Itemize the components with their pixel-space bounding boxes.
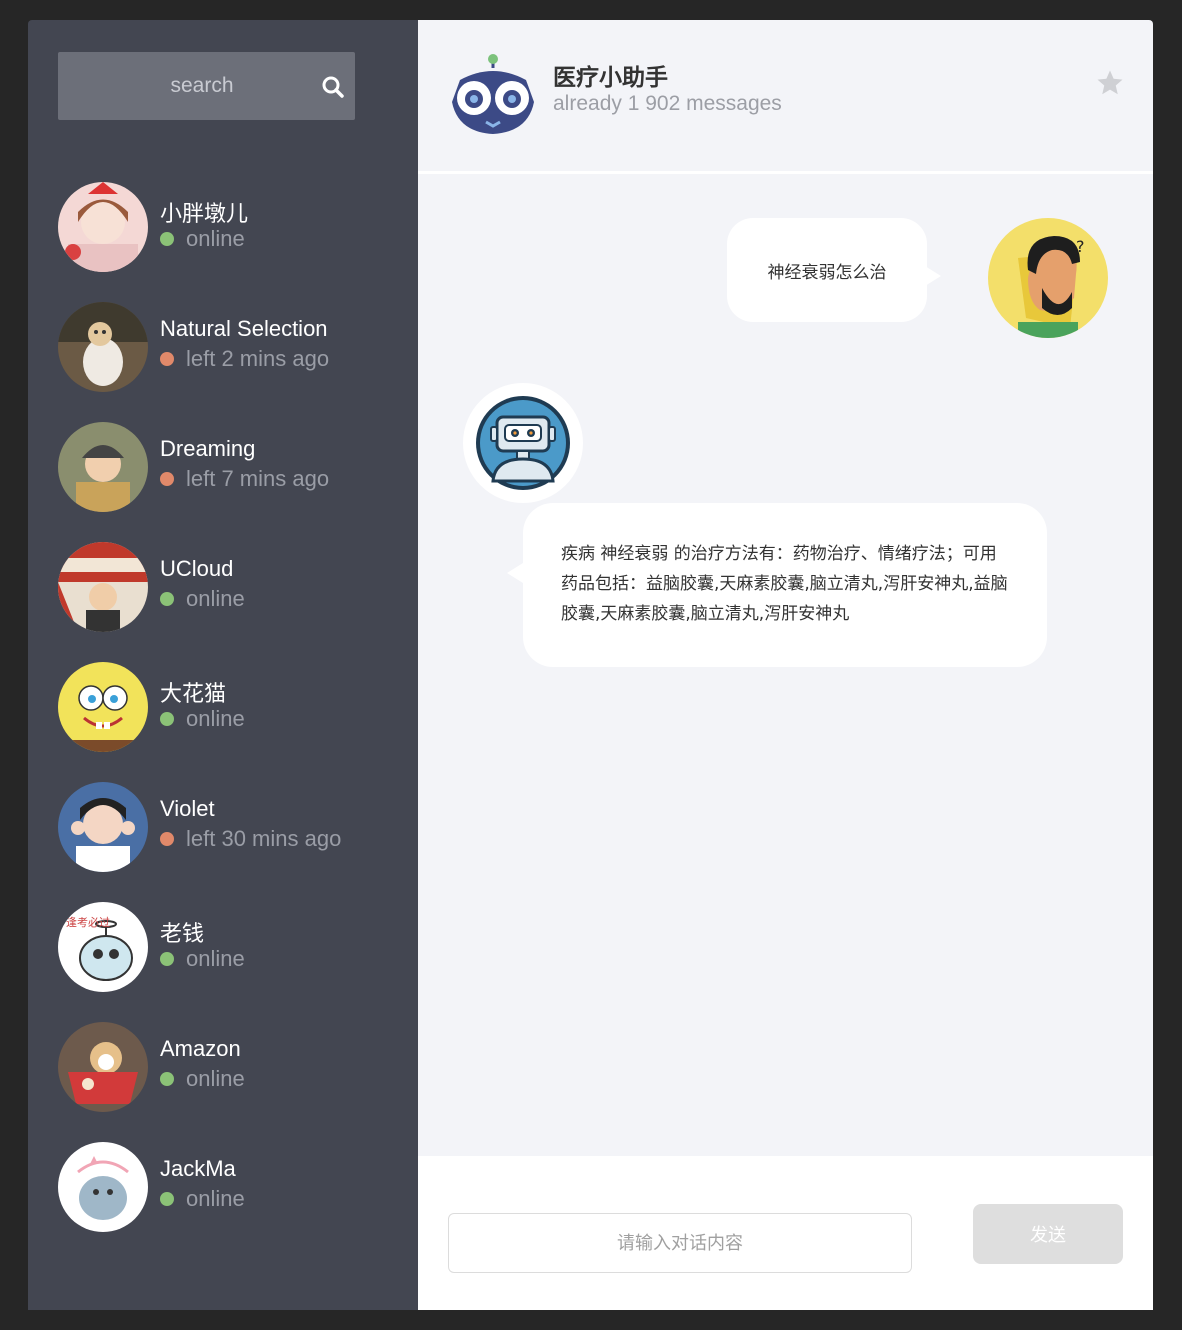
avatar xyxy=(58,182,148,272)
contact-name: Natural Selection xyxy=(160,316,328,341)
contact-item[interactable]: 小胖墩儿 online xyxy=(58,180,398,300)
contact-status-text: online xyxy=(186,226,245,251)
contact-item[interactable]: Natural Selection left 2 mins ago xyxy=(58,300,398,420)
chat-header: 医疗小助手 already 1 902 messages xyxy=(418,20,1153,174)
bot-message-bubble: 疾病 神经衰弱 的治疗方法有：药物治疗、情绪疗法；可用药品包括：益脑胶囊,天麻素… xyxy=(507,503,1047,667)
contact-name: Violet xyxy=(160,796,215,821)
contact-status-text: online xyxy=(186,1186,245,1211)
bubble-tail xyxy=(925,266,941,286)
contact-status-text: online xyxy=(186,946,245,971)
contact-status: online xyxy=(160,1066,245,1092)
avatar xyxy=(58,542,148,632)
message-input[interactable] xyxy=(448,1213,912,1273)
bot-message-text: 疾病 神经衰弱 的治疗方法有：药物治疗、情绪疗法；可用药品包括：益脑胶囊,天麻素… xyxy=(561,544,1008,624)
robot-logo-icon xyxy=(452,54,534,134)
contact-name: Amazon xyxy=(160,1036,241,1061)
contact-name: UCloud xyxy=(160,556,234,581)
status-dot xyxy=(160,1192,174,1206)
avatar xyxy=(58,662,148,752)
status-dot xyxy=(160,832,174,846)
user-avatar: ? xyxy=(988,218,1108,338)
robot-icon xyxy=(476,396,570,490)
contact-item[interactable]: Amazon online xyxy=(58,1020,398,1140)
contact-status-text: left 30 mins ago xyxy=(186,826,342,851)
contact-status: online xyxy=(160,1186,245,1212)
avatar xyxy=(58,302,148,392)
contact-status-text: online xyxy=(186,706,245,731)
search-box xyxy=(58,52,355,120)
svg-text:逢考必过: 逢考必过 xyxy=(66,916,110,929)
avatar xyxy=(58,782,148,872)
message-count: already 1 902 messages xyxy=(553,92,782,115)
contact-status: online xyxy=(160,706,245,732)
message-composer: 发送 xyxy=(418,1156,1153,1310)
status-dot xyxy=(160,352,174,366)
contact-name: JackMa xyxy=(160,1156,236,1181)
contact-item[interactable]: Dreaming left 7 mins ago xyxy=(58,420,398,540)
contact-item[interactable]: Violet left 30 mins ago xyxy=(58,780,398,900)
bot-avatar xyxy=(463,383,583,503)
user-message-bubble: 神经衰弱怎么治 xyxy=(727,218,941,322)
contact-status: online xyxy=(160,226,245,252)
chat-app: 小胖墩儿 online Natural Selection left 2 min… xyxy=(28,20,1153,1310)
chat-panel: 医疗小助手 already 1 902 messages 神经衰弱怎么治 ? 疾… xyxy=(418,20,1153,1310)
user-message-text: 神经衰弱怎么治 xyxy=(767,262,887,283)
status-dot xyxy=(160,472,174,486)
avatar: 逢考必过 xyxy=(58,902,148,992)
contact-name: 小胖墩儿 xyxy=(160,201,249,226)
avatar xyxy=(58,422,148,512)
contact-status: left 2 mins ago xyxy=(160,346,329,372)
star-icon[interactable] xyxy=(1095,68,1125,98)
avatar xyxy=(58,1142,148,1232)
avatar xyxy=(58,1022,148,1112)
contact-status: online xyxy=(160,586,245,612)
message-history: 神经衰弱怎么治 ? 疾病 神经衰弱 的治疗方法有：药物治疗、情绪疗法；可用药品包… xyxy=(418,174,1153,1154)
svg-text:?: ? xyxy=(1076,237,1085,256)
status-dot xyxy=(160,232,174,246)
search-input[interactable] xyxy=(58,52,298,120)
contact-name: Dreaming xyxy=(160,436,256,461)
contact-list: 小胖墩儿 online Natural Selection left 2 min… xyxy=(58,180,398,1260)
status-dot xyxy=(160,592,174,606)
contact-name: 老钱 xyxy=(160,921,205,946)
bubble-tail xyxy=(507,563,523,583)
contact-item[interactable]: 逢考必过 老钱 online xyxy=(58,900,398,1020)
contact-status-text: online xyxy=(186,1066,245,1091)
contacts-sidebar: 小胖墩儿 online Natural Selection left 2 min… xyxy=(28,20,418,1310)
contact-item[interactable]: 大花猫 online xyxy=(58,660,398,780)
contact-status: left 30 mins ago xyxy=(160,826,341,852)
status-dot xyxy=(160,712,174,726)
contact-status-text: online xyxy=(186,586,245,611)
contact-status: online xyxy=(160,946,245,972)
status-dot xyxy=(160,952,174,966)
contact-status: left 7 mins ago xyxy=(160,466,329,492)
status-dot xyxy=(160,1072,174,1086)
contact-status-text: left 7 mins ago xyxy=(186,466,330,491)
search-icon[interactable] xyxy=(321,75,345,99)
send-button[interactable]: 发送 xyxy=(973,1204,1123,1264)
contact-item[interactable]: UCloud online xyxy=(58,540,398,660)
chat-title: 医疗小助手 xyxy=(553,65,668,91)
contact-status-text: left 2 mins ago xyxy=(186,346,330,371)
contact-name: 大花猫 xyxy=(160,681,227,706)
contact-item[interactable]: JackMa online xyxy=(58,1140,398,1260)
